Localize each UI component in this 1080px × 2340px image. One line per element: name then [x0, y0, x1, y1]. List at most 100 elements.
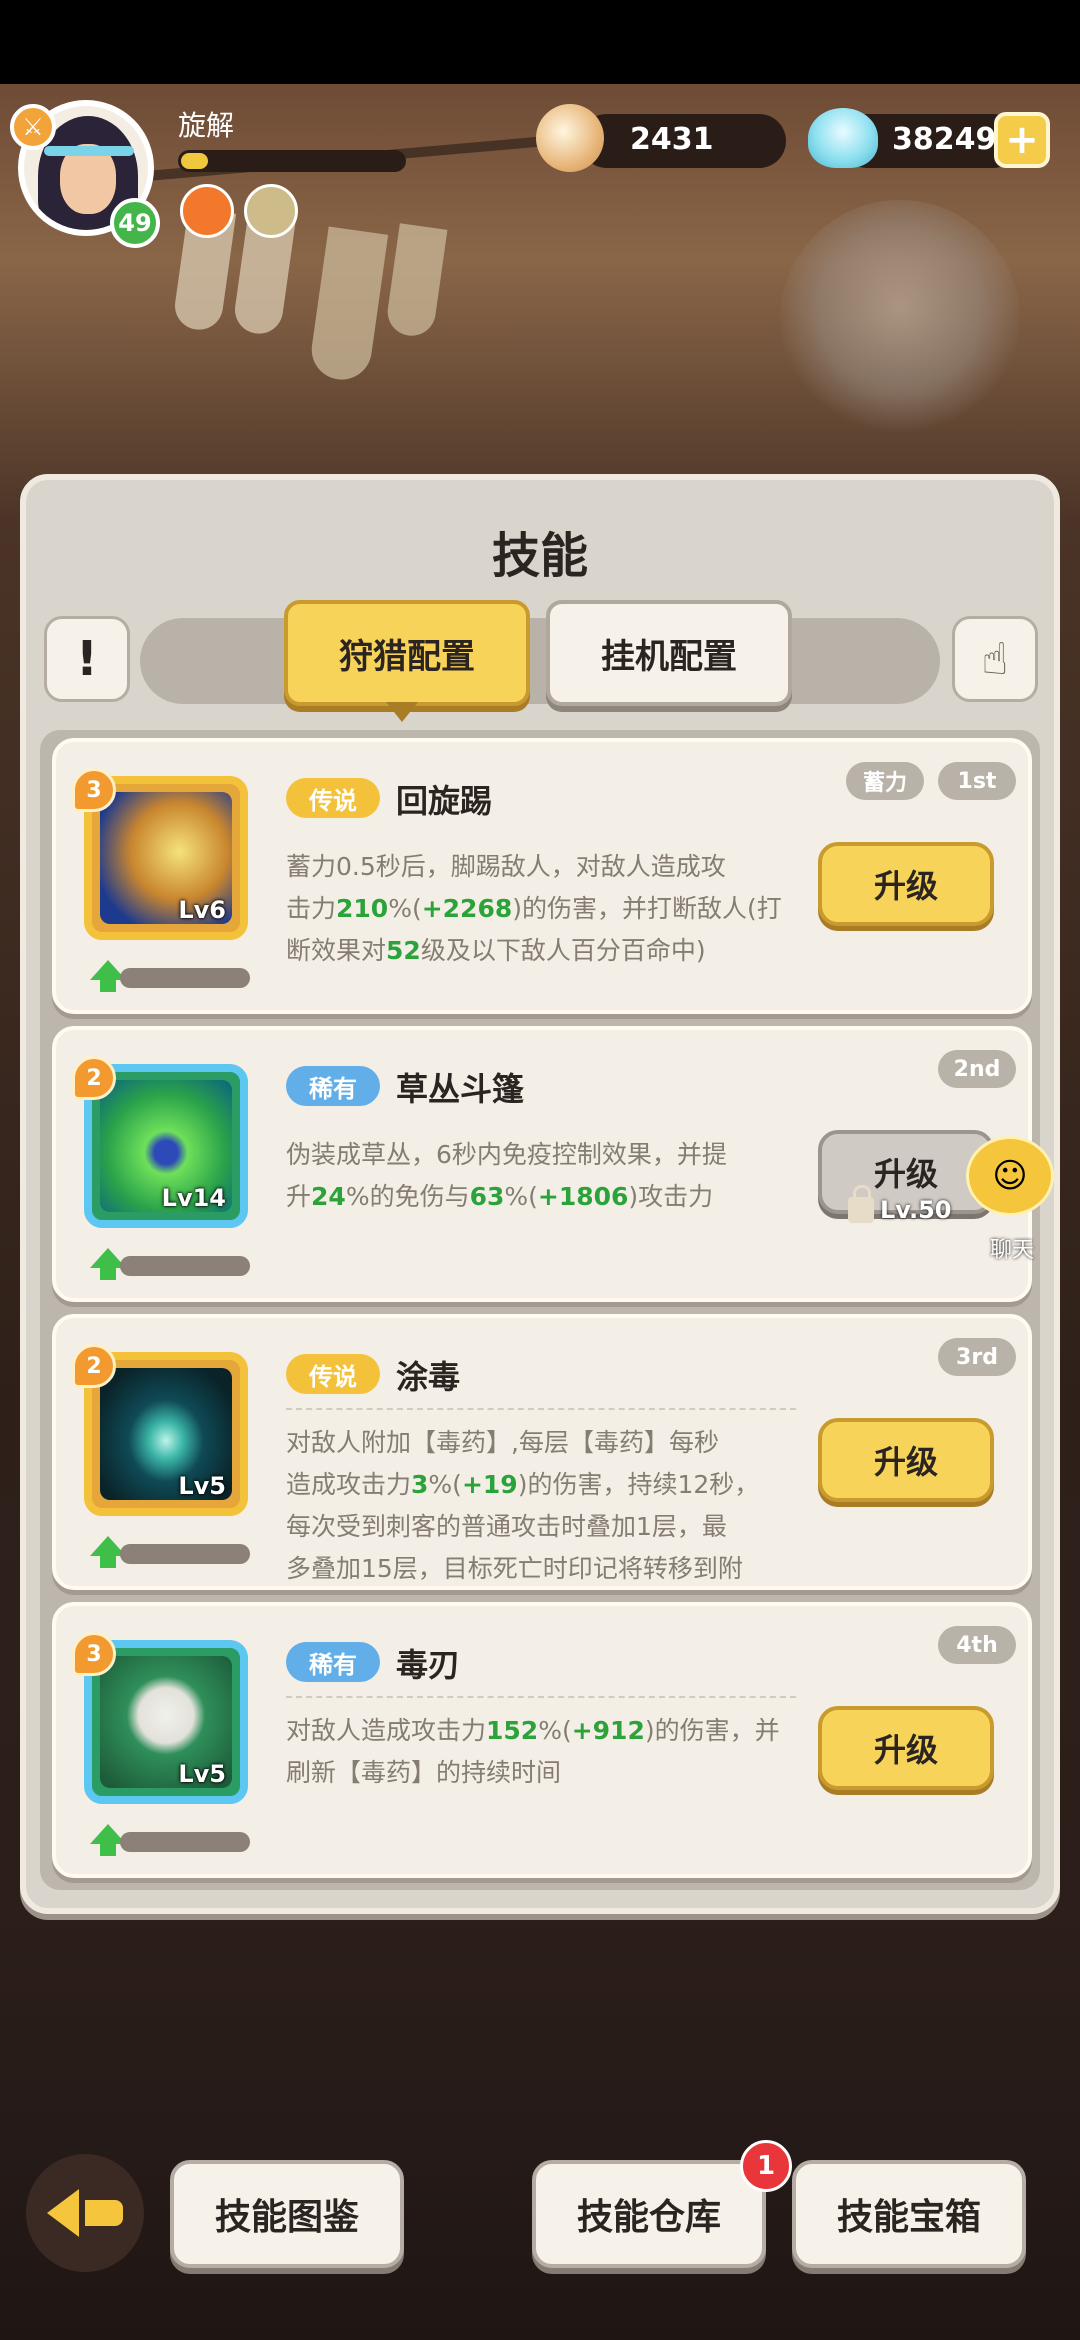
desc-text: 击力 — [286, 894, 337, 923]
pearl-shell-icon — [536, 104, 604, 172]
notification-badge: 1 — [740, 2140, 792, 2192]
skill-slot-badge: 4th — [938, 1626, 1016, 1664]
desc-text: 每次受到刺客的普通攻击时叠加1层，最 — [286, 1512, 727, 1541]
upgrade-button[interactable]: 升级 — [818, 842, 994, 926]
crossed-swords-icon: ⚔ — [10, 104, 56, 150]
chat-face-icon[interactable]: ☺ — [966, 1136, 1054, 1216]
skill-level: Lv14 — [161, 1184, 226, 1212]
desc-text: 造成攻击力 — [286, 1470, 412, 1499]
back-arrow-tail — [85, 2200, 123, 2226]
desc-value: 210 — [336, 894, 389, 923]
star-rank-badge: 2 — [72, 1056, 116, 1100]
player-name: 旋解 — [178, 109, 235, 142]
star-rank-badge: 3 — [72, 1632, 116, 1676]
desc-text: 刷新【毒药】的持续时间 — [286, 1758, 562, 1787]
skill-progress-bar — [120, 1256, 250, 1276]
desc-bonus: +19 — [461, 1470, 518, 1499]
desc-text: %( — [428, 1470, 462, 1499]
tab-idle-config[interactable]: 挂机配置 — [546, 600, 792, 706]
desc-text: 多叠加15层，目标死亡时印记将转移到附 — [286, 1554, 743, 1583]
desc-value: 52 — [386, 936, 421, 965]
skill-description: 伪装成草丛，6秒内免疫控制效果，并提 升24%的免伤与63%(+1806)攻击力 — [286, 1134, 806, 1218]
desc-text: %( — [538, 1716, 572, 1745]
skill-card: Lv5 2 传说 涂毒 3rd 对敌人附加【毒药】,每层【毒药】每秒 造成攻击力… — [52, 1314, 1032, 1590]
skill-card: Lv6 3 传说 回旋踢 蓄力 1st 蓄力0.5秒后，脚踢敌人，对敌人造成攻 … — [52, 738, 1032, 1014]
desc-value: 24 — [311, 1182, 346, 1211]
player-level-badge: 49 — [110, 198, 160, 248]
blue-gem-icon — [808, 108, 878, 168]
currency-pearl-value: 2431 — [630, 122, 714, 157]
add-currency-button[interactable]: + — [994, 112, 1050, 168]
upgrade-button[interactable]: 升级 — [818, 1706, 994, 1790]
skill-name: 回旋踢 — [396, 782, 493, 820]
tab-hunting-config[interactable]: 狩猎配置 — [284, 600, 530, 706]
skill-description: 对敌人造成攻击力152%(+912)的伤害，并 刷新【毒药】的持续时间 — [286, 1710, 806, 1794]
desc-text: )的伤害，并 — [644, 1716, 780, 1745]
desc-text: )攻击力 — [628, 1182, 714, 1211]
back-button[interactable] — [26, 2154, 144, 2272]
desc-value: 63 — [469, 1182, 505, 1211]
skill-chest-button[interactable]: 技能宝箱 — [792, 2160, 1026, 2268]
desc-bonus: +912 — [571, 1716, 645, 1745]
desc-text: )的伤害，并打断敌人(打 — [512, 894, 782, 923]
skill-codex-button[interactable]: 技能图鉴 — [170, 2160, 404, 2268]
desc-text: 对敌人造成攻击力 — [286, 1716, 487, 1745]
xp-bar — [178, 150, 406, 172]
desc-value: 152 — [486, 1716, 539, 1745]
skill-card: Lv5 3 稀有 毒刃 4th 对敌人造成攻击力152%(+912)的伤害，并 … — [52, 1602, 1032, 1878]
skill-progress-bar — [120, 968, 250, 988]
lock-icon — [848, 1185, 874, 1223]
desc-value: 3 — [411, 1470, 429, 1499]
buff-icon-fire[interactable] — [180, 184, 234, 238]
desc-bonus: +2268 — [421, 894, 513, 923]
skill-slot-badge: 1st — [938, 762, 1016, 800]
upgrade-arrow-stem — [100, 978, 116, 992]
desc-text: 对敌人附加【毒药】,每层【毒药】每秒 — [286, 1428, 719, 1457]
chat-label[interactable]: 聊天 — [990, 1232, 1034, 1264]
desc-text: 断效果对 — [286, 936, 387, 965]
background-claw — [384, 223, 448, 339]
desc-text: %( — [504, 1182, 538, 1211]
desc-text: 升 — [286, 1182, 312, 1211]
star-rank-badge: 3 — [72, 768, 116, 812]
skill-description: 蓄力0.5秒后，脚踢敌人，对敌人造成攻 击力210%(+2268)的伤害，并打断… — [286, 846, 806, 972]
desc-text: %的免伤与 — [345, 1182, 470, 1211]
star-rank-badge: 2 — [72, 1344, 116, 1388]
currency-gem-value: 38249 — [892, 122, 997, 157]
desc-bonus: +1806 — [537, 1182, 629, 1211]
upgrade-button[interactable]: 升级 — [818, 1418, 994, 1502]
upgrade-arrow-stem — [100, 1266, 116, 1280]
active-tab-pointer — [386, 702, 418, 722]
desc-text: %( — [388, 894, 422, 923]
rarity-badge: 传说 — [286, 778, 380, 818]
rarity-badge: 稀有 — [286, 1642, 380, 1682]
tab-track — [140, 618, 940, 704]
skill-description: 对敌人附加【毒药】,每层【毒药】每秒 造成攻击力3%(+19)的伤害，持续12秒… — [286, 1422, 806, 1590]
desc-text: 级及以下敌人百分百命中) — [420, 936, 706, 965]
skill-slot-badge: 2nd — [938, 1050, 1016, 1088]
upgrade-arrow-stem — [100, 1554, 116, 1568]
background-skull — [780, 200, 1020, 440]
rarity-badge: 传说 — [286, 1354, 380, 1394]
info-button[interactable]: ! — [44, 616, 130, 702]
rarity-badge: 稀有 — [286, 1066, 380, 1106]
skill-level: Lv5 — [178, 1472, 226, 1500]
hand-gesture-icon[interactable]: ☝ — [952, 616, 1038, 702]
background-claw — [307, 226, 389, 384]
skill-level: Lv5 — [178, 1760, 226, 1788]
back-arrow-icon — [47, 2189, 79, 2237]
skill-slot-badge: 3rd — [938, 1338, 1016, 1376]
desc-text: 伪装成草丛，6秒内免疫控制效果，并提 — [286, 1140, 727, 1169]
skill-name: 毒刃 — [396, 1646, 461, 1684]
skill-progress-bar — [120, 1544, 250, 1564]
avatar-headband — [44, 146, 134, 156]
desc-text: 蓄力0.5秒后，脚踢敌人，对敌人造成攻 — [286, 852, 726, 881]
skill-level: Lv6 — [178, 896, 226, 924]
desc-text: )的伤害，持续12秒， — [517, 1470, 760, 1499]
skill-storage-button[interactable]: 技能仓库 — [532, 2160, 766, 2268]
skill-tag-badge: 蓄力 — [846, 762, 924, 800]
upgrade-arrow-stem — [100, 1842, 116, 1856]
unlock-level: Lv.50 — [880, 1196, 952, 1224]
buff-icon-bone[interactable] — [244, 184, 298, 238]
skill-progress-bar — [120, 1832, 250, 1852]
